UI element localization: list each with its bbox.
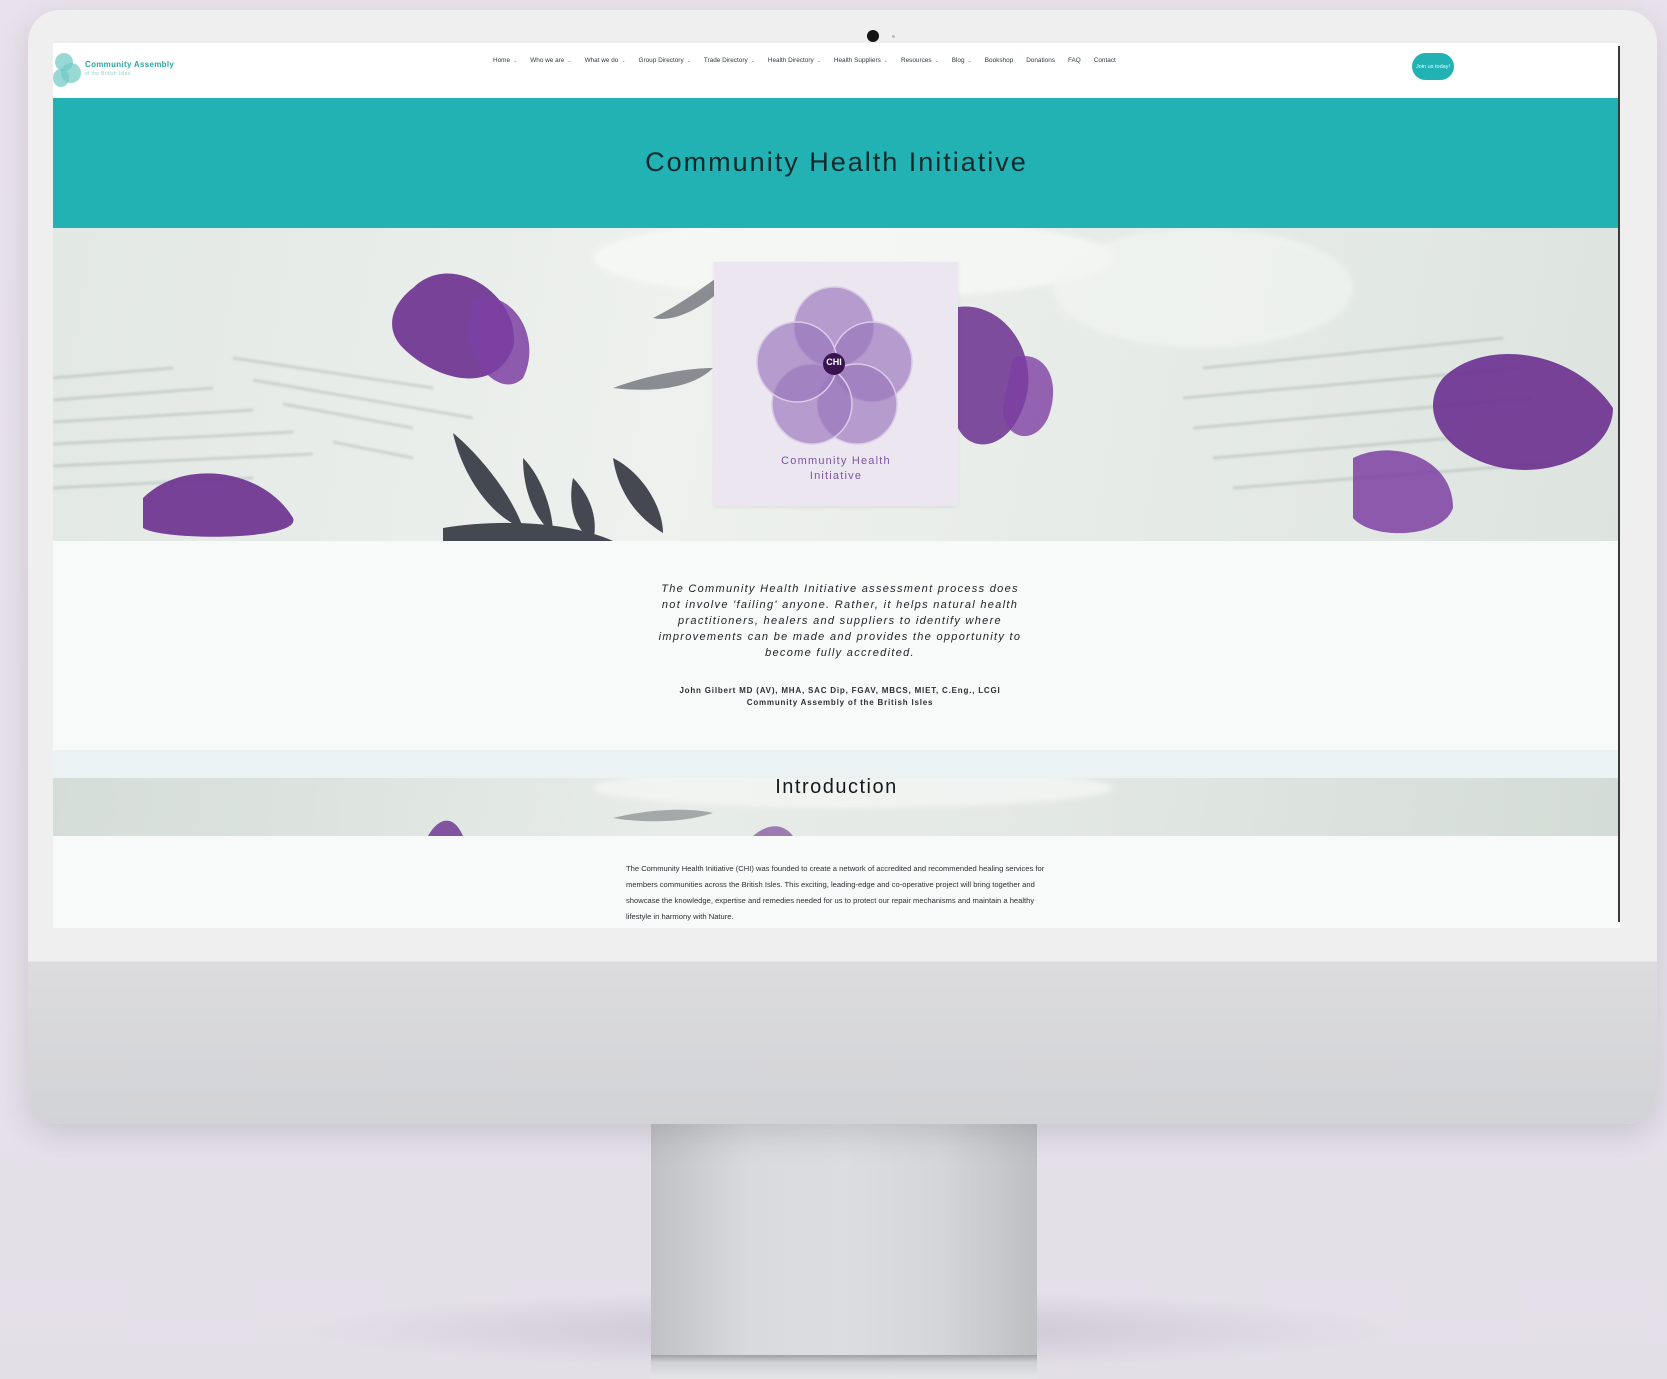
page-title: Community Health Initiative	[645, 146, 1028, 177]
chevron-down-icon: ⌄	[816, 57, 821, 64]
camera-sensor	[892, 35, 895, 38]
chevron-down-icon: ⌄	[567, 57, 572, 64]
nav-item-who-we-are[interactable]: Who we are ⌄	[530, 57, 571, 64]
chevron-down-icon: ⌄	[883, 57, 888, 64]
chevron-down-icon: ⌄	[621, 57, 626, 64]
nav-item-what-we-do[interactable]: What we do ⌄	[585, 57, 626, 64]
main-nav: Home ⌄ Who we are ⌄ What we do ⌄ Group Dire…	[493, 57, 1116, 64]
logo-subtitle: of the British Isles	[85, 71, 131, 77]
chevron-down-icon: ⌄	[967, 57, 972, 64]
section-divider	[53, 750, 1620, 778]
nav-item-health-suppliers[interactable]: Health Suppliers ⌄	[834, 57, 888, 64]
introduction-heading: Introduction	[775, 776, 898, 798]
nav-item-blog[interactable]: Blog ⌄	[952, 57, 972, 64]
hero-image: CHI Community Health Initiative	[53, 228, 1620, 541]
site-header: Community Assembly of the British Isles …	[53, 43, 1620, 98]
site-logo-icon[interactable]	[53, 51, 83, 91]
chi-logo-card: CHI Community Health Initiative	[714, 262, 958, 506]
chevron-down-icon: ⌄	[750, 57, 755, 64]
quote-author: John Gilbert MD (AV), MHA, SAC Dip, FGAV…	[679, 686, 1001, 707]
nav-item-donations[interactable]: Donations	[1026, 57, 1055, 64]
nav-item-faq[interactable]: FAQ	[1068, 57, 1081, 64]
monitor-chin	[28, 961, 1657, 1124]
nav-item-contact[interactable]: Contact	[1094, 57, 1116, 64]
nav-item-health-directory[interactable]: Health Directory ⌄	[768, 57, 821, 64]
chi-badge-label: CHI	[826, 357, 842, 367]
browser-viewport: Community Assembly of the British Isles …	[53, 43, 1620, 928]
join-us-button[interactable]: Join us today!	[1412, 53, 1454, 80]
camera	[867, 30, 879, 42]
chi-logo-caption: Community Health Initiative	[781, 455, 891, 482]
chevron-down-icon: ⌄	[934, 57, 939, 64]
introduction-text: The Community Health Initiative (CHI) wa…	[626, 864, 1045, 921]
site-logo-text[interactable]: Community Assembly of the British Isles	[85, 60, 174, 77]
nav-item-bookshop[interactable]: Bookshop	[985, 57, 1013, 64]
nav-item-resources[interactable]: Resources ⌄	[901, 57, 939, 64]
hero-banner: Community Health Initiative	[53, 98, 1620, 228]
page-scrollbar[interactable]	[1618, 46, 1620, 922]
logo-title: Community Assembly	[85, 60, 175, 69]
nav-item-group-directory[interactable]: Group Directory ⌄	[639, 57, 691, 64]
quote-text: The Community Health Initiative assessme…	[658, 583, 1022, 659]
chevron-down-icon: ⌄	[513, 57, 518, 64]
nav-item-trade-directory[interactable]: Trade Directory ⌄	[704, 57, 755, 64]
nav-item-home[interactable]: Home ⌄	[493, 57, 517, 64]
chevron-down-icon: ⌄	[686, 57, 691, 64]
monitor-stand	[651, 1124, 1037, 1379]
monitor-stand-base	[651, 1355, 1037, 1379]
